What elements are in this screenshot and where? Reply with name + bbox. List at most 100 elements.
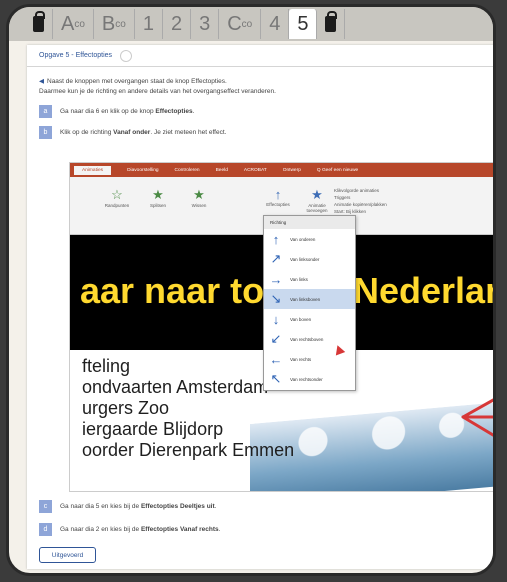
- tab-2[interactable]: 2: [163, 9, 192, 39]
- add-animation-button[interactable]: ★ Animatie toevoegen: [302, 187, 332, 213]
- tab-4[interactable]: 4: [261, 9, 290, 39]
- effect-randpunten-button[interactable]: ☆ Randpunten: [102, 187, 132, 208]
- step-d: d Ga naar dia 2 en kies bij de Effectopt…: [39, 523, 220, 536]
- star-icon: ★: [193, 187, 205, 202]
- direction-label: Van rechts: [290, 356, 312, 362]
- effect-label: Randpunten: [104, 203, 130, 208]
- tab-sup: co: [241, 18, 253, 30]
- slide-title-left: aar naar to: [80, 270, 265, 311]
- step-text: Ga naar dia 6 en klik op de knop Effecto…: [60, 107, 194, 117]
- ribbon-tab-diavoorstelling[interactable]: Diavoorstelling: [127, 168, 158, 173]
- assignment-page: Opgave 5 - Effectopties ◀ Naast de knoppe…: [27, 45, 496, 569]
- direction-label: Van rechtsboven: [290, 336, 324, 342]
- step-suffix: .: [218, 526, 221, 533]
- direction-label: Van boven: [290, 316, 312, 322]
- star-icon: ☆: [111, 187, 123, 202]
- page-header: Opgave 5 - Effectopties: [27, 45, 493, 67]
- animation-option[interactable]: Triggers: [334, 194, 462, 201]
- direction-from-bottom-left[interactable]: ↗ Van linksonder: [264, 249, 355, 269]
- tab-label: C: [227, 12, 242, 35]
- step-prefix: Ga naar dia 2 en kies bij de: [60, 526, 141, 533]
- tab-5[interactable]: 5: [289, 9, 318, 39]
- tab-label: B: [101, 12, 116, 35]
- step-c: c Ga naar dia 5 en kies bij de Effectopt…: [39, 500, 216, 513]
- list-item: oorder Dierenpark Emmen: [82, 440, 295, 460]
- worksheet-stage: Aco Bco 1 2 3 Cco 4 5 Opgave 5 - Effecto…: [0, 0, 507, 582]
- speaker-icon[interactable]: ◀: [39, 78, 44, 85]
- arrow-up-icon: ↑: [272, 231, 280, 247]
- ribbon-tab-beeld[interactable]: Beeld: [216, 168, 228, 173]
- step-bold: Effectopties Vanaf rechts: [140, 526, 219, 533]
- animation-option[interactable]: Animatie kopiëren/plakken: [334, 201, 462, 208]
- direction-from-top[interactable]: ↓ Van boven: [264, 309, 355, 329]
- step-badge: a: [39, 105, 52, 118]
- step-badge: c: [39, 500, 52, 513]
- ribbon-search[interactable]: Q Geef een nieuwe: [317, 168, 358, 173]
- effect-label: Animatie toevoegen: [306, 203, 328, 213]
- tab-a[interactable]: Aco: [53, 9, 94, 39]
- done-button[interactable]: Uitgevoerd: [39, 547, 96, 563]
- effect-label: Effectopties: [266, 202, 290, 207]
- step-bold: Vanaf onder: [113, 128, 151, 136]
- step-prefix: Ga naar dia 5 en kies bij de: [60, 503, 141, 510]
- tab-3[interactable]: 3: [191, 9, 220, 39]
- ribbon-tabs: Animaties Diavoorstelling Controleren Be…: [70, 163, 493, 177]
- star-plus-icon: ★: [311, 187, 323, 202]
- slide-title-right: Nederlan: [353, 270, 496, 311]
- effect-splitsen-button[interactable]: ★ Splitsen: [143, 187, 173, 208]
- intro-line-1: ◀ Naast de knoppen met overgangen staat d…: [39, 77, 459, 87]
- dropdown-title: Richting: [264, 216, 355, 229]
- tab-c[interactable]: Cco: [219, 9, 262, 39]
- step-bold: Effectopties: [155, 107, 193, 115]
- red-arrow-icon: [461, 398, 493, 437]
- direction-label: Van linksonder: [290, 256, 320, 262]
- list-item: urgers Zoo: [82, 398, 170, 418]
- arrow-up-left-icon: ↖: [270, 371, 282, 386]
- powerpoint-screenshot: Animaties Diavoorstelling Controleren Be…: [69, 162, 496, 492]
- instructions: ◀ Naast de knoppen met overgangen staat d…: [39, 77, 459, 139]
- arrow-down-left-icon: ↙: [270, 331, 282, 346]
- direction-from-top-left[interactable]: ↘ Van linksboven: [264, 289, 355, 309]
- step-prefix: Klik op de richting: [60, 128, 114, 136]
- tab-label: A: [61, 12, 75, 35]
- worksheet-card: Aco Bco 1 2 3 Cco 4 5 Opgave 5 - Effecto…: [6, 4, 496, 576]
- tab-label: 4: [269, 12, 281, 35]
- list-item: fteling: [82, 356, 131, 376]
- ribbon-tab-animaties[interactable]: Animaties: [74, 165, 112, 175]
- step-text: Klik op de richting Vanaf onder. Je ziet…: [60, 128, 226, 138]
- arrow-right-icon: →: [269, 271, 283, 287]
- direction-from-left[interactable]: → Van links: [264, 269, 355, 289]
- step-bold: Effectopties Deeltjes uit: [140, 503, 215, 510]
- page-title: Opgave 5 - Effectopties: [39, 52, 113, 59]
- direction-label: Van links: [290, 276, 308, 282]
- animation-option[interactable]: Start: Bij klikken: [334, 208, 462, 215]
- tab-1[interactable]: 1: [135, 9, 163, 39]
- clipboard-lock-icon[interactable]: [317, 9, 346, 39]
- tab-label: 5: [297, 12, 309, 35]
- direction-label: Van onderen: [290, 236, 316, 242]
- list-item: iergaarde Blijdorp: [82, 419, 224, 439]
- step-b: b Klik op de richting Vanaf onder. Je zi…: [39, 126, 459, 139]
- lock-shape: [33, 11, 45, 32]
- lock-shape: [325, 11, 338, 32]
- step-suffix: . Je ziet meteen het effect.: [150, 128, 227, 136]
- step-a: a Ga naar dia 6 en klik op de knop Effec…: [39, 105, 459, 118]
- ribbon-tab-controleren[interactable]: Controleren: [175, 168, 200, 173]
- ribbon-tab-acrobat[interactable]: ACROBAT: [244, 168, 267, 173]
- clipboard-lock-icon[interactable]: [25, 9, 53, 39]
- step-suffix: .: [214, 503, 217, 510]
- ribbon-tab-ontwerp[interactable]: Ontwerp: [283, 168, 301, 173]
- tab-b[interactable]: Bco: [94, 9, 135, 39]
- effect-wissen-button[interactable]: ★ Wissen: [184, 187, 214, 208]
- direction-from-bottom[interactable]: ↑ Van onderen: [264, 229, 355, 249]
- effect-options-button[interactable]: ↑ Effectopties: [263, 187, 293, 207]
- animation-option[interactable]: Klikvolgorde animaties: [334, 187, 462, 194]
- step-suffix: .: [192, 107, 195, 115]
- step-text: Ga naar dia 5 en kies bij de Effectoptie…: [60, 503, 216, 510]
- direction-from-bottom-right[interactable]: ↖ Van rechtsonder: [264, 369, 355, 389]
- effect-label: Wissen: [191, 203, 207, 208]
- arrow-up-icon: ↑: [274, 187, 282, 202]
- intro-text-1: Naast de knoppen met overgangen staat de…: [47, 78, 227, 85]
- step-prefix: Ga naar dia 6 en klik op de knop: [60, 107, 156, 115]
- pencil-icon[interactable]: [120, 49, 133, 62]
